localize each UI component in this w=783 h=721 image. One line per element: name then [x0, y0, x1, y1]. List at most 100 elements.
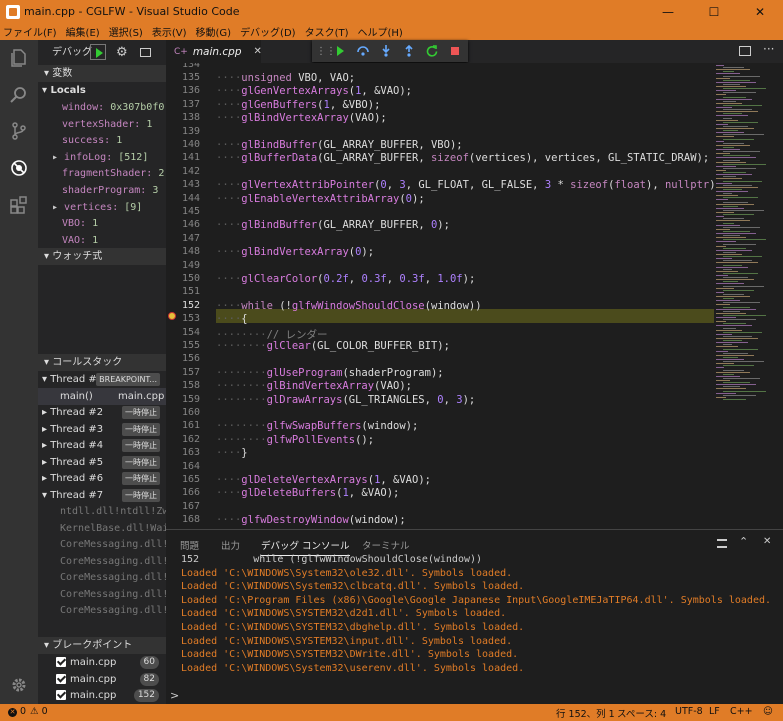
minimap-stripe	[716, 359, 744, 360]
thread-row[interactable]: ▸ Thread #6 一時停止	[38, 470, 166, 487]
tab-main-cpp[interactable]: C+ main.cpp ✕	[166, 40, 262, 63]
thread-row[interactable]: ▸ Thread #3 一時停止	[38, 421, 166, 438]
chevron-down-icon[interactable]: ▾	[42, 374, 50, 385]
search-icon[interactable]	[8, 84, 30, 106]
chevron-right-icon[interactable]: ▸	[52, 202, 64, 213]
stop-button[interactable]	[443, 41, 466, 61]
maximize-button[interactable]: ☐	[691, 0, 737, 23]
encoding[interactable]: UTF-8	[675, 706, 703, 717]
thread-row[interactable]: ▾ Thread #1 BREAKPOINT...	[38, 371, 166, 388]
chevron-down-icon[interactable]: ▾	[42, 490, 50, 501]
locals-scope[interactable]: ▾ Locals	[38, 82, 166, 99]
tab-terminal[interactable]: ターミナル	[362, 538, 410, 552]
more-actions-icon[interactable]: ···	[763, 42, 774, 56]
variable-row[interactable]: ▸ infoLog: [512]	[38, 149, 166, 166]
cursor-position[interactable]: 行 152、列 1	[556, 706, 615, 720]
chevron-right-icon[interactable]: ▸	[42, 457, 50, 468]
minimap-stripe	[716, 333, 732, 335]
tab-output[interactable]: 出力	[221, 538, 240, 552]
menu-tasks[interactable]: タスク(T)	[305, 24, 349, 39]
variable-row[interactable]: ▸ vertices: [9]	[38, 199, 166, 216]
variable-row[interactable]: vertexShader: 1	[38, 116, 166, 133]
chevron-down-icon: ▾	[42, 85, 51, 96]
variable-row[interactable]: shaderProgram: 3	[38, 182, 166, 199]
console-prompt[interactable]: >	[170, 689, 179, 702]
step-out-button[interactable]	[397, 41, 420, 61]
thread-row[interactable]: ▸ Thread #5 一時停止	[38, 454, 166, 471]
variable-name: vertices:	[64, 201, 119, 213]
menu-file[interactable]: ファイル(F)	[3, 24, 57, 39]
indentation[interactable]: スペース: 4	[617, 706, 666, 720]
minimap-stripe	[723, 214, 754, 216]
start-debug-button[interactable]	[90, 44, 106, 60]
menu-edit[interactable]: 編集(E)	[66, 24, 100, 39]
menu-debug[interactable]: デバッグ(D)	[240, 24, 296, 39]
thread-row[interactable]: ▸ Thread #4 一時停止	[38, 437, 166, 454]
code-editor[interactable]: 134 135 ····unsigned VBO, VAO; 136 ····glGen…	[166, 63, 714, 529]
line-number: 154	[181, 326, 200, 338]
stack-frame[interactable]: ntdll.dll!ntdll!ZwW	[38, 503, 166, 520]
chevron-right-icon[interactable]: ▸	[42, 440, 50, 451]
variable-row[interactable]: fragmentShader: 2	[38, 165, 166, 182]
tab-close-icon[interactable]: ✕	[254, 46, 262, 57]
stack-frame[interactable]: CoreMessaging.dll!Co	[38, 569, 166, 586]
line-ending[interactable]: LF	[709, 706, 720, 717]
menu-view[interactable]: 表示(V)	[152, 24, 187, 39]
drag-handle-icon[interactable]: ⋮⋮	[316, 46, 336, 57]
stack-frame[interactable]: CoreMessaging.dll!Co	[38, 553, 166, 570]
stack-frame-main[interactable]: main() main.cpp	[38, 387, 166, 405]
minimap[interactable]	[714, 63, 783, 529]
maximize-panel-icon[interactable]: ⌃	[739, 535, 748, 548]
warnings-indicator[interactable]: ⚠ 0	[30, 706, 48, 717]
source-control-icon[interactable]	[8, 120, 30, 142]
breakpoint-row[interactable]: main.cpp 60	[38, 654, 166, 671]
thread-row[interactable]: ▸ Thread #2 一時停止	[38, 404, 166, 421]
variable-row[interactable]: VBO: 1	[38, 215, 166, 232]
chevron-right-icon[interactable]: ▸	[42, 424, 50, 435]
extensions-icon[interactable]	[8, 194, 30, 216]
menu-selection[interactable]: 選択(S)	[109, 24, 143, 39]
thread-row[interactable]: ▾ Thread #7 一時停止	[38, 487, 166, 504]
breakpoint-row[interactable]: main.cpp 152	[38, 687, 166, 704]
split-editor-icon[interactable]	[739, 46, 751, 56]
explorer-icon[interactable]	[8, 47, 30, 69]
stack-frame[interactable]: CoreMessaging.dll!Co	[38, 586, 166, 603]
breakpoint-checkbox[interactable]	[56, 673, 66, 684]
breakpoint-row[interactable]: main.cpp 82	[38, 671, 166, 688]
variable-row[interactable]: VAO: 1	[38, 232, 166, 249]
step-into-button[interactable]	[374, 41, 397, 61]
menu-help[interactable]: ヘルプ(H)	[358, 24, 403, 39]
language-mode[interactable]: C++	[730, 706, 753, 717]
errors-indicator[interactable]: ✕ 0	[8, 706, 26, 717]
debug-console-toggle-icon[interactable]	[140, 48, 151, 57]
chevron-right-icon[interactable]: ▸	[52, 152, 64, 163]
close-window-button[interactable]: ✕	[737, 0, 783, 23]
minimize-button[interactable]: —	[645, 0, 691, 23]
continue-button[interactable]	[328, 41, 351, 61]
breakpoints-section-header[interactable]: ▾ ブレークポイント	[38, 637, 166, 654]
chevron-right-icon[interactable]: ▸	[42, 473, 50, 484]
line-number: 168	[181, 514, 200, 526]
variables-section-header[interactable]: ▾ 変数	[38, 65, 166, 82]
variable-row[interactable]: window: 0x307b0f0	[38, 99, 166, 116]
variable-row[interactable]: success: 1	[38, 132, 166, 149]
stack-frame[interactable]: CoreMessaging.dll!Co	[38, 536, 166, 553]
breakpoint-checkbox[interactable]	[56, 690, 66, 700]
stack-frame[interactable]: KernelBase.dll!Wait	[38, 520, 166, 537]
feedback-smiley-icon[interactable]: ☺	[763, 706, 773, 717]
tab-problems[interactable]: 問題	[180, 538, 199, 552]
menu-go[interactable]: 移動(G)	[196, 24, 232, 39]
config-gear-icon[interactable]: ⚙	[116, 43, 128, 62]
callstack-section-header[interactable]: ▾ コールスタック	[38, 354, 166, 371]
restart-button[interactable]	[420, 41, 443, 61]
settings-gear-icon[interactable]	[8, 674, 30, 696]
chevron-right-icon[interactable]: ▸	[42, 407, 50, 418]
stack-frame[interactable]: CoreMessaging.dll!Co	[38, 602, 166, 619]
chevron-down-icon: ▾	[44, 357, 53, 368]
watch-section-header[interactable]: ▾ ウォッチ式	[38, 248, 166, 265]
clear-console-icon[interactable]	[717, 539, 727, 548]
close-panel-icon[interactable]: ✕	[763, 536, 771, 547]
step-over-button[interactable]	[351, 41, 374, 61]
breakpoint-checkbox[interactable]	[56, 657, 66, 667]
debug-icon[interactable]	[8, 157, 30, 179]
